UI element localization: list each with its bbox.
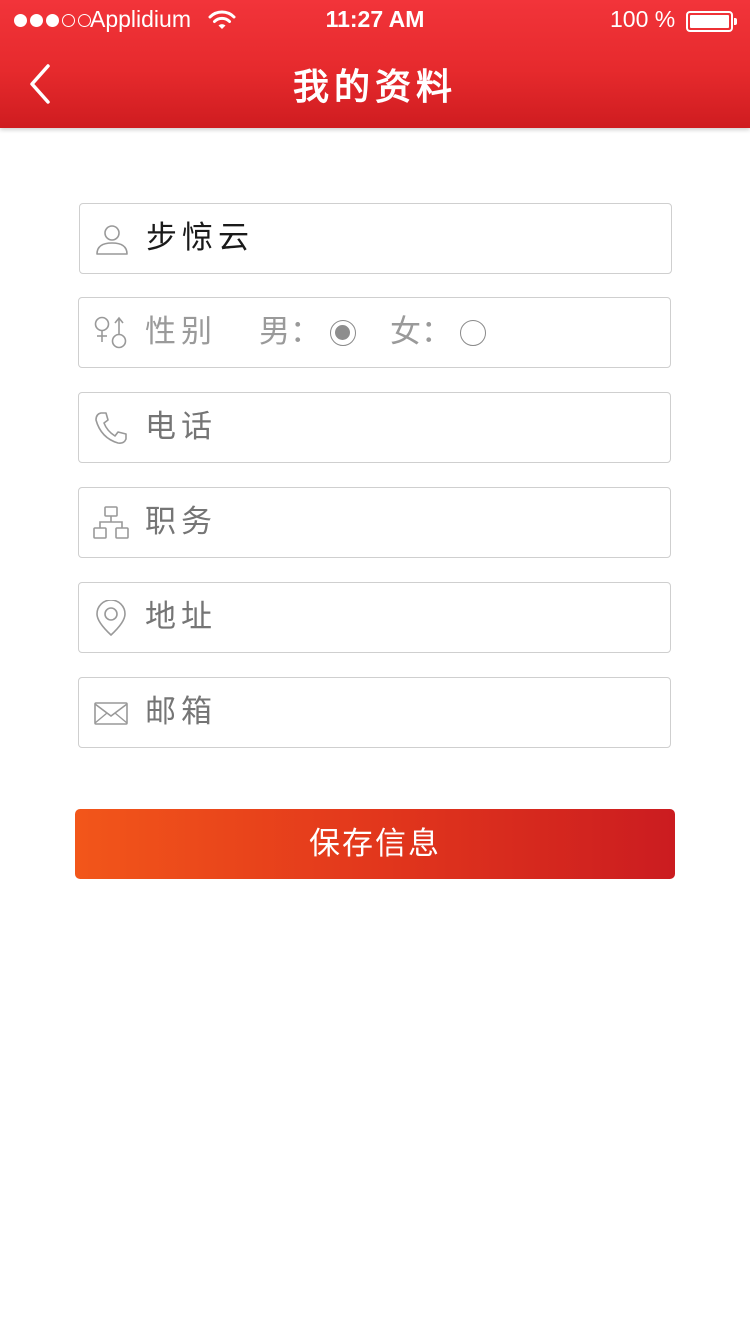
user-icon [96, 225, 128, 255]
battery-percentage: 100 % [610, 6, 676, 32]
email-input[interactable] [145, 678, 645, 747]
org-chart-icon [93, 506, 129, 539]
phone-input[interactable] [145, 393, 645, 462]
gender-icon [94, 316, 127, 349]
position-field[interactable] [78, 487, 671, 558]
save-info-button[interactable]: 保存信息 [75, 809, 675, 879]
male-radio[interactable] [330, 320, 356, 346]
status-bar: Applidium 11:27 AM 100 % [0, 0, 750, 44]
location-pin-icon [96, 600, 126, 636]
female-radio[interactable] [460, 320, 486, 346]
header: Applidium 11:27 AM 100 % 我的资料 [0, 0, 750, 128]
gender-field: 性别 男： 女： [78, 297, 671, 368]
position-input[interactable] [145, 488, 645, 557]
phone-field[interactable] [78, 392, 671, 463]
name-field[interactable]: 步惊云 [79, 203, 672, 274]
female-label: 女： [390, 314, 452, 350]
envelope-icon [94, 702, 128, 725]
page-title: 我的资料 [292, 67, 457, 108]
battery-icon [686, 11, 737, 32]
address-input[interactable] [145, 583, 645, 652]
phone-icon [95, 412, 127, 444]
email-field[interactable] [78, 677, 671, 748]
male-label: 男： [259, 314, 321, 350]
address-field[interactable] [78, 582, 671, 653]
gender-label: 性别 [145, 314, 217, 350]
name-value[interactable]: 步惊云 [146, 204, 254, 273]
